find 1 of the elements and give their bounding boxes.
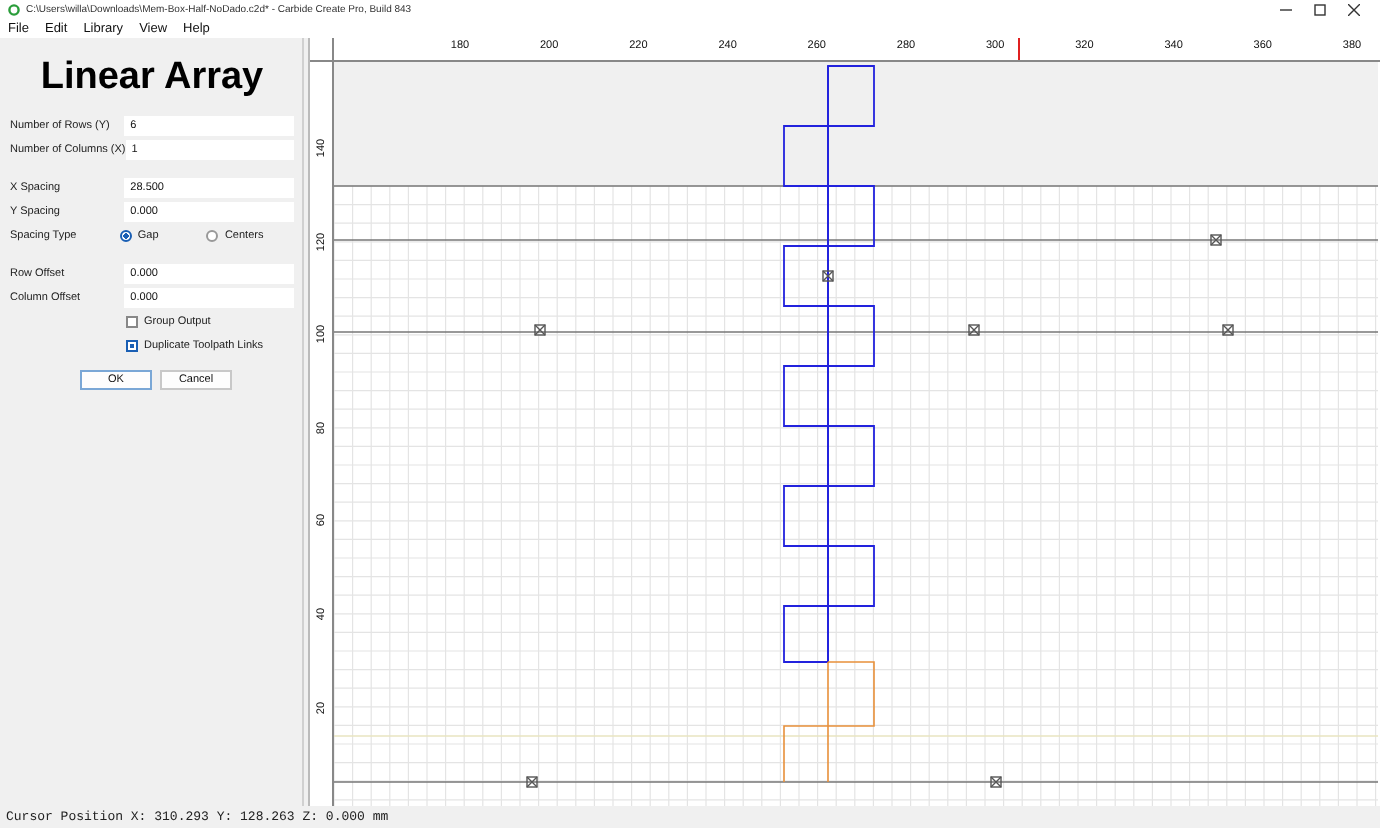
dialog-title: Linear Array xyxy=(38,56,266,100)
